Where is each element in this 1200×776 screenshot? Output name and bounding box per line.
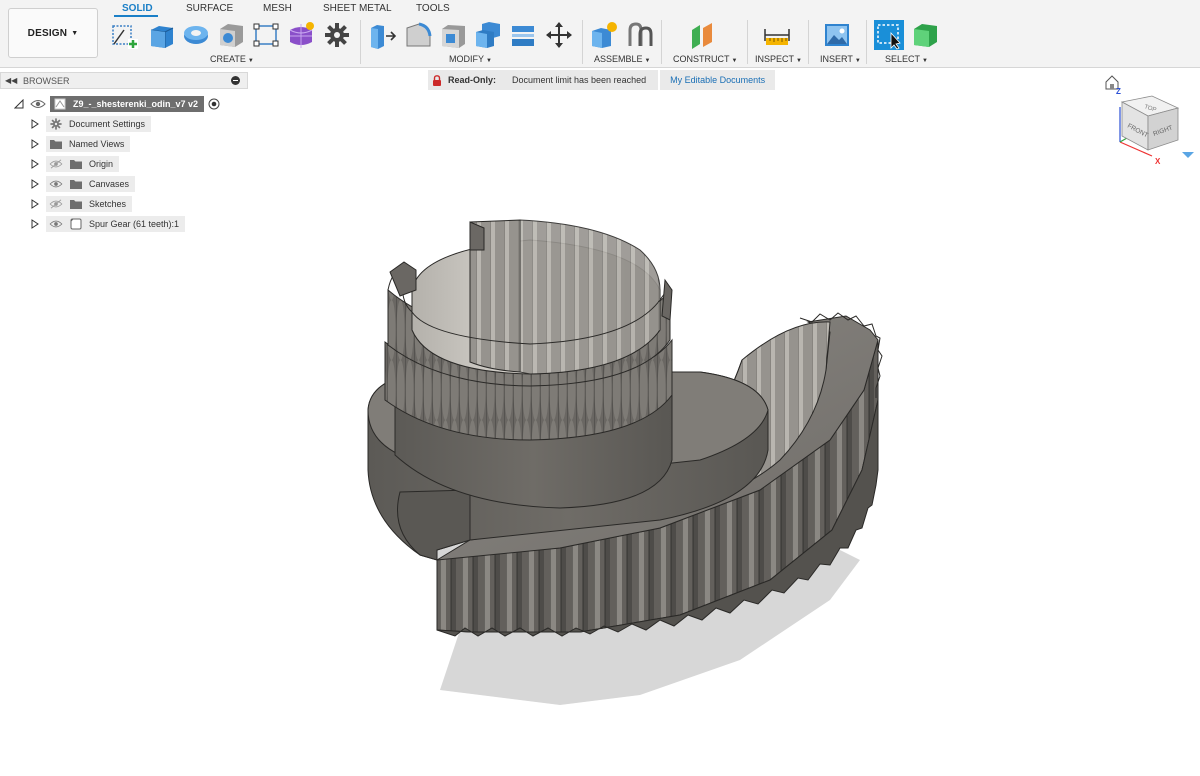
browser-root-row[interactable]: Z9_-_shesterenki_odin_v7 v2 bbox=[14, 95, 220, 112]
my-editable-documents-link[interactable]: My Editable Documents bbox=[660, 70, 776, 90]
browser-item-label: Canvases bbox=[89, 178, 130, 189]
workspace-switcher-button[interactable]: DESIGN ▼ bbox=[8, 8, 98, 58]
split-body-icon[interactable] bbox=[508, 20, 538, 50]
insert-image-icon[interactable] bbox=[822, 20, 852, 50]
tree-collapsed-icon[interactable] bbox=[30, 118, 40, 129]
toolbar-divider bbox=[808, 20, 809, 64]
tree-expanded-icon[interactable] bbox=[14, 98, 24, 109]
shell-icon[interactable] bbox=[438, 20, 468, 50]
tab-surface[interactable]: SURFACE bbox=[186, 3, 233, 14]
3d-viewport[interactable] bbox=[250, 92, 1200, 776]
browser-item[interactable]: Document Settings bbox=[30, 115, 152, 132]
document-limit-message: Document limit has been reached bbox=[512, 75, 647, 85]
gear-icon bbox=[50, 117, 62, 130]
toolbar-divider bbox=[582, 20, 583, 64]
browser-item[interactable]: Spur Gear (61 teeth):1 bbox=[30, 215, 186, 232]
browser-header: ◀◀ BROWSER bbox=[0, 72, 248, 89]
read-only-banner: Read-Only: Document limit has been reach… bbox=[428, 70, 776, 90]
measure-icon[interactable] bbox=[762, 20, 792, 50]
folder-icon bbox=[70, 199, 82, 209]
form-icon[interactable] bbox=[286, 20, 316, 50]
new-component-icon[interactable] bbox=[589, 20, 619, 50]
tab-solid[interactable]: SOLID bbox=[122, 3, 153, 14]
browser-title: BROWSER bbox=[23, 76, 70, 86]
press-pull-icon[interactable] bbox=[368, 20, 398, 50]
browser-item[interactable]: Origin bbox=[30, 155, 120, 172]
browser-item-label: Spur Gear (61 teeth):1 bbox=[89, 218, 180, 229]
root-document-name: Z9_-_shesterenki_odin_v7 v2 bbox=[73, 98, 199, 109]
axis-x-label: X bbox=[1155, 157, 1161, 166]
toolbar: DESIGN ▼ SOLID SURFACE MESH SHEET METAL … bbox=[0, 0, 1200, 68]
visibility-eye-icon[interactable] bbox=[49, 219, 63, 229]
select-body-icon[interactable] bbox=[910, 20, 940, 50]
visibility-eye-icon[interactable] bbox=[30, 98, 46, 110]
collapse-panel-icon[interactable]: ◀◀ bbox=[5, 76, 17, 85]
chevron-down-icon: ▼ bbox=[922, 58, 928, 64]
browser-item-label: Named Views bbox=[69, 138, 125, 149]
gear-icon[interactable] bbox=[322, 20, 352, 50]
browser-item-label: Sketches bbox=[89, 198, 127, 209]
read-only-label: Read-Only: bbox=[448, 75, 497, 85]
browser-item[interactable]: Sketches bbox=[30, 195, 133, 212]
tree-collapsed-icon[interactable] bbox=[30, 198, 40, 209]
chevron-down-icon: ▼ bbox=[796, 58, 802, 64]
visibility-eye-icon[interactable] bbox=[49, 179, 63, 189]
active-tab-indicator bbox=[114, 15, 158, 17]
viewcube-menu-icon[interactable] bbox=[1182, 152, 1194, 158]
document-icon bbox=[54, 98, 66, 109]
tab-sheet-metal[interactable]: SHEET METAL bbox=[323, 3, 392, 14]
chevron-down-icon: ▼ bbox=[486, 58, 492, 64]
hole-icon[interactable] bbox=[216, 20, 246, 50]
create-sketch-icon[interactable] bbox=[110, 20, 140, 50]
axis-z-label: Z bbox=[1116, 87, 1121, 96]
chevron-down-icon: ▼ bbox=[731, 58, 738, 64]
tree-collapsed-icon[interactable] bbox=[30, 178, 40, 189]
tree-collapsed-icon[interactable] bbox=[30, 138, 40, 149]
browser-item[interactable]: Canvases bbox=[30, 175, 136, 192]
lock-icon bbox=[433, 74, 441, 86]
view-cube[interactable]: TOP FRONT RIGHT Z X bbox=[1100, 72, 1200, 168]
toolbar-divider bbox=[360, 20, 361, 64]
create-menu[interactable]: CREATE ▼ bbox=[210, 54, 254, 64]
component-icon bbox=[70, 218, 82, 229]
folder-icon bbox=[70, 179, 82, 189]
chevron-down-icon: ▼ bbox=[644, 58, 651, 64]
browser-item[interactable]: Named Views bbox=[30, 135, 131, 152]
tab-tools[interactable]: TOOLS bbox=[416, 3, 450, 14]
chevron-down-icon: ▼ bbox=[71, 29, 79, 37]
activate-radio-icon[interactable] bbox=[208, 98, 220, 110]
assemble-menu[interactable]: ASSEMBLE ▼ bbox=[594, 54, 650, 64]
visibility-hidden-icon[interactable] bbox=[49, 199, 63, 209]
workspace-label: DESIGN bbox=[27, 27, 68, 39]
fillet-icon[interactable] bbox=[403, 20, 433, 50]
chevron-down-icon: ▼ bbox=[247, 58, 254, 64]
tree-collapsed-icon[interactable] bbox=[30, 158, 40, 169]
toolbar-divider bbox=[747, 20, 748, 64]
select-menu[interactable]: SELECT ▼ bbox=[885, 54, 928, 64]
modify-menu[interactable]: MODIFY ▼ bbox=[449, 54, 492, 64]
gear-model[interactable] bbox=[250, 92, 1200, 776]
window-select-icon[interactable] bbox=[874, 20, 904, 50]
folder-icon bbox=[70, 159, 82, 169]
construct-menu[interactable]: CONSTRUCT ▼ bbox=[673, 54, 737, 64]
insert-menu[interactable]: INSERT ▼ bbox=[820, 54, 861, 64]
toolbar-divider bbox=[866, 20, 867, 64]
revolve-icon[interactable] bbox=[181, 20, 211, 50]
tree-collapsed-icon[interactable] bbox=[30, 218, 40, 229]
folder-icon bbox=[50, 139, 62, 149]
extrude-icon[interactable] bbox=[146, 20, 176, 50]
browser-item-label: Origin bbox=[89, 158, 114, 169]
visibility-hidden-icon[interactable] bbox=[49, 159, 63, 169]
toolbar-divider bbox=[661, 20, 662, 64]
rectangle-pattern-icon[interactable] bbox=[251, 20, 281, 50]
inspect-menu[interactable]: INSPECT ▼ bbox=[755, 54, 802, 64]
combine-icon[interactable] bbox=[473, 20, 503, 50]
tab-mesh[interactable]: MESH bbox=[263, 3, 292, 14]
browser-item-label: Document Settings bbox=[69, 118, 146, 129]
move-icon[interactable] bbox=[544, 20, 574, 50]
offset-plane-icon[interactable] bbox=[688, 20, 718, 50]
minimize-browser-icon[interactable] bbox=[231, 76, 240, 85]
joint-icon[interactable] bbox=[625, 20, 655, 50]
chevron-down-icon: ▼ bbox=[854, 58, 861, 64]
